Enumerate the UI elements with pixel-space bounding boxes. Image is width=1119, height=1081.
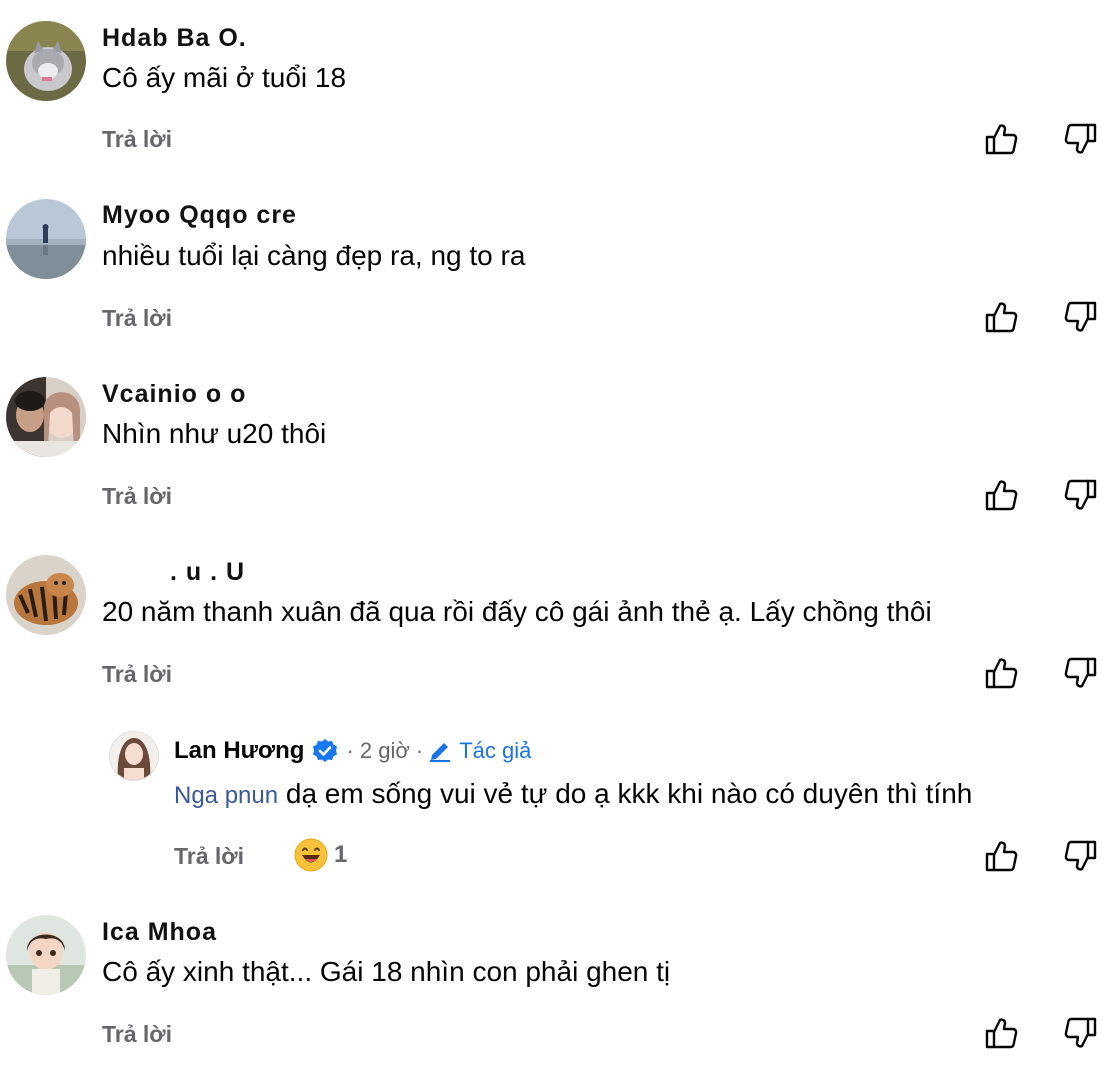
avatar[interactable] (6, 915, 86, 995)
reply-button[interactable]: Trả lời (102, 1021, 172, 1048)
reply-button[interactable]: Trả lời (102, 305, 172, 332)
avatar[interactable] (6, 377, 86, 457)
thumbs-up-icon[interactable] (983, 1015, 1019, 1051)
thumbs-up-icon[interactable] (983, 299, 1019, 335)
commenter-name[interactable]: . u . U (170, 558, 245, 587)
commenter-name[interactable]: Vcainio o o (102, 380, 246, 409)
reply-text: Nga pnun dạ em sống vui vẻ tự do ạ kkk k… (174, 777, 972, 813)
reply-button[interactable]: Trả lời (102, 126, 172, 153)
comment-text: Cô ấy mãi ở tuổi 18 (102, 62, 347, 93)
author-badge: Tác giả (459, 738, 532, 763)
thumbs-up-icon[interactable] (983, 477, 1019, 513)
commenter-name[interactable]: Ica Mhoa (102, 918, 217, 947)
reply-author-name[interactable]: Lan Hương (174, 737, 304, 765)
avatar[interactable] (6, 555, 86, 635)
thumbs-down-icon[interactable] (1063, 299, 1099, 335)
mention-link[interactable]: Nga pnun (174, 782, 278, 809)
thumbs-down-icon[interactable] (1063, 1015, 1099, 1051)
commenter-name[interactable]: Hdab Ba O. (102, 24, 247, 53)
reaction-summary[interactable]: 1 (294, 838, 347, 872)
avatar[interactable] (6, 199, 86, 279)
avatar[interactable] (109, 731, 159, 781)
reply-header: Lan Hương · 2 giờ · Tác giả (174, 737, 531, 765)
thumbs-up-icon[interactable] (983, 655, 1019, 691)
thumbs-up-icon[interactable] (983, 838, 1019, 874)
comment-text: Nhìn như u20 thôi (102, 418, 327, 449)
reaction-count: 1 (334, 841, 348, 868)
pencil-icon (430, 743, 451, 762)
thumbs-down-icon[interactable] (1063, 655, 1099, 691)
reply-button[interactable]: Trả lời (102, 483, 172, 510)
verified-badge-icon (313, 739, 338, 762)
comment-text: nhiều tuổi lại càng đẹp ra, ng to ra (102, 240, 526, 271)
reply-button[interactable]: Trả lời (174, 843, 244, 870)
reply-timestamp: · 2 giờ · (346, 738, 424, 763)
thumbs-down-icon[interactable] (1063, 121, 1099, 157)
reply-button[interactable]: Trả lời (102, 661, 172, 688)
thumbs-down-icon[interactable] (1063, 838, 1099, 874)
commenter-name[interactable]: Myoo Qqqo cre (102, 201, 297, 230)
comment-text: 20 năm thanh xuân đã qua rồi đấy cô gái … (102, 596, 932, 627)
thumbs-down-icon[interactable] (1063, 477, 1099, 513)
thumbs-up-icon[interactable] (983, 121, 1019, 157)
avatar[interactable] (6, 21, 86, 101)
reply-body: dạ em sống vui vẻ tự do ạ kkk khi nào có… (285, 778, 973, 809)
comment-text: Cô ấy xinh thật... Gái 18 nhìn con phải … (102, 956, 671, 987)
grinning-face-icon (294, 838, 328, 872)
